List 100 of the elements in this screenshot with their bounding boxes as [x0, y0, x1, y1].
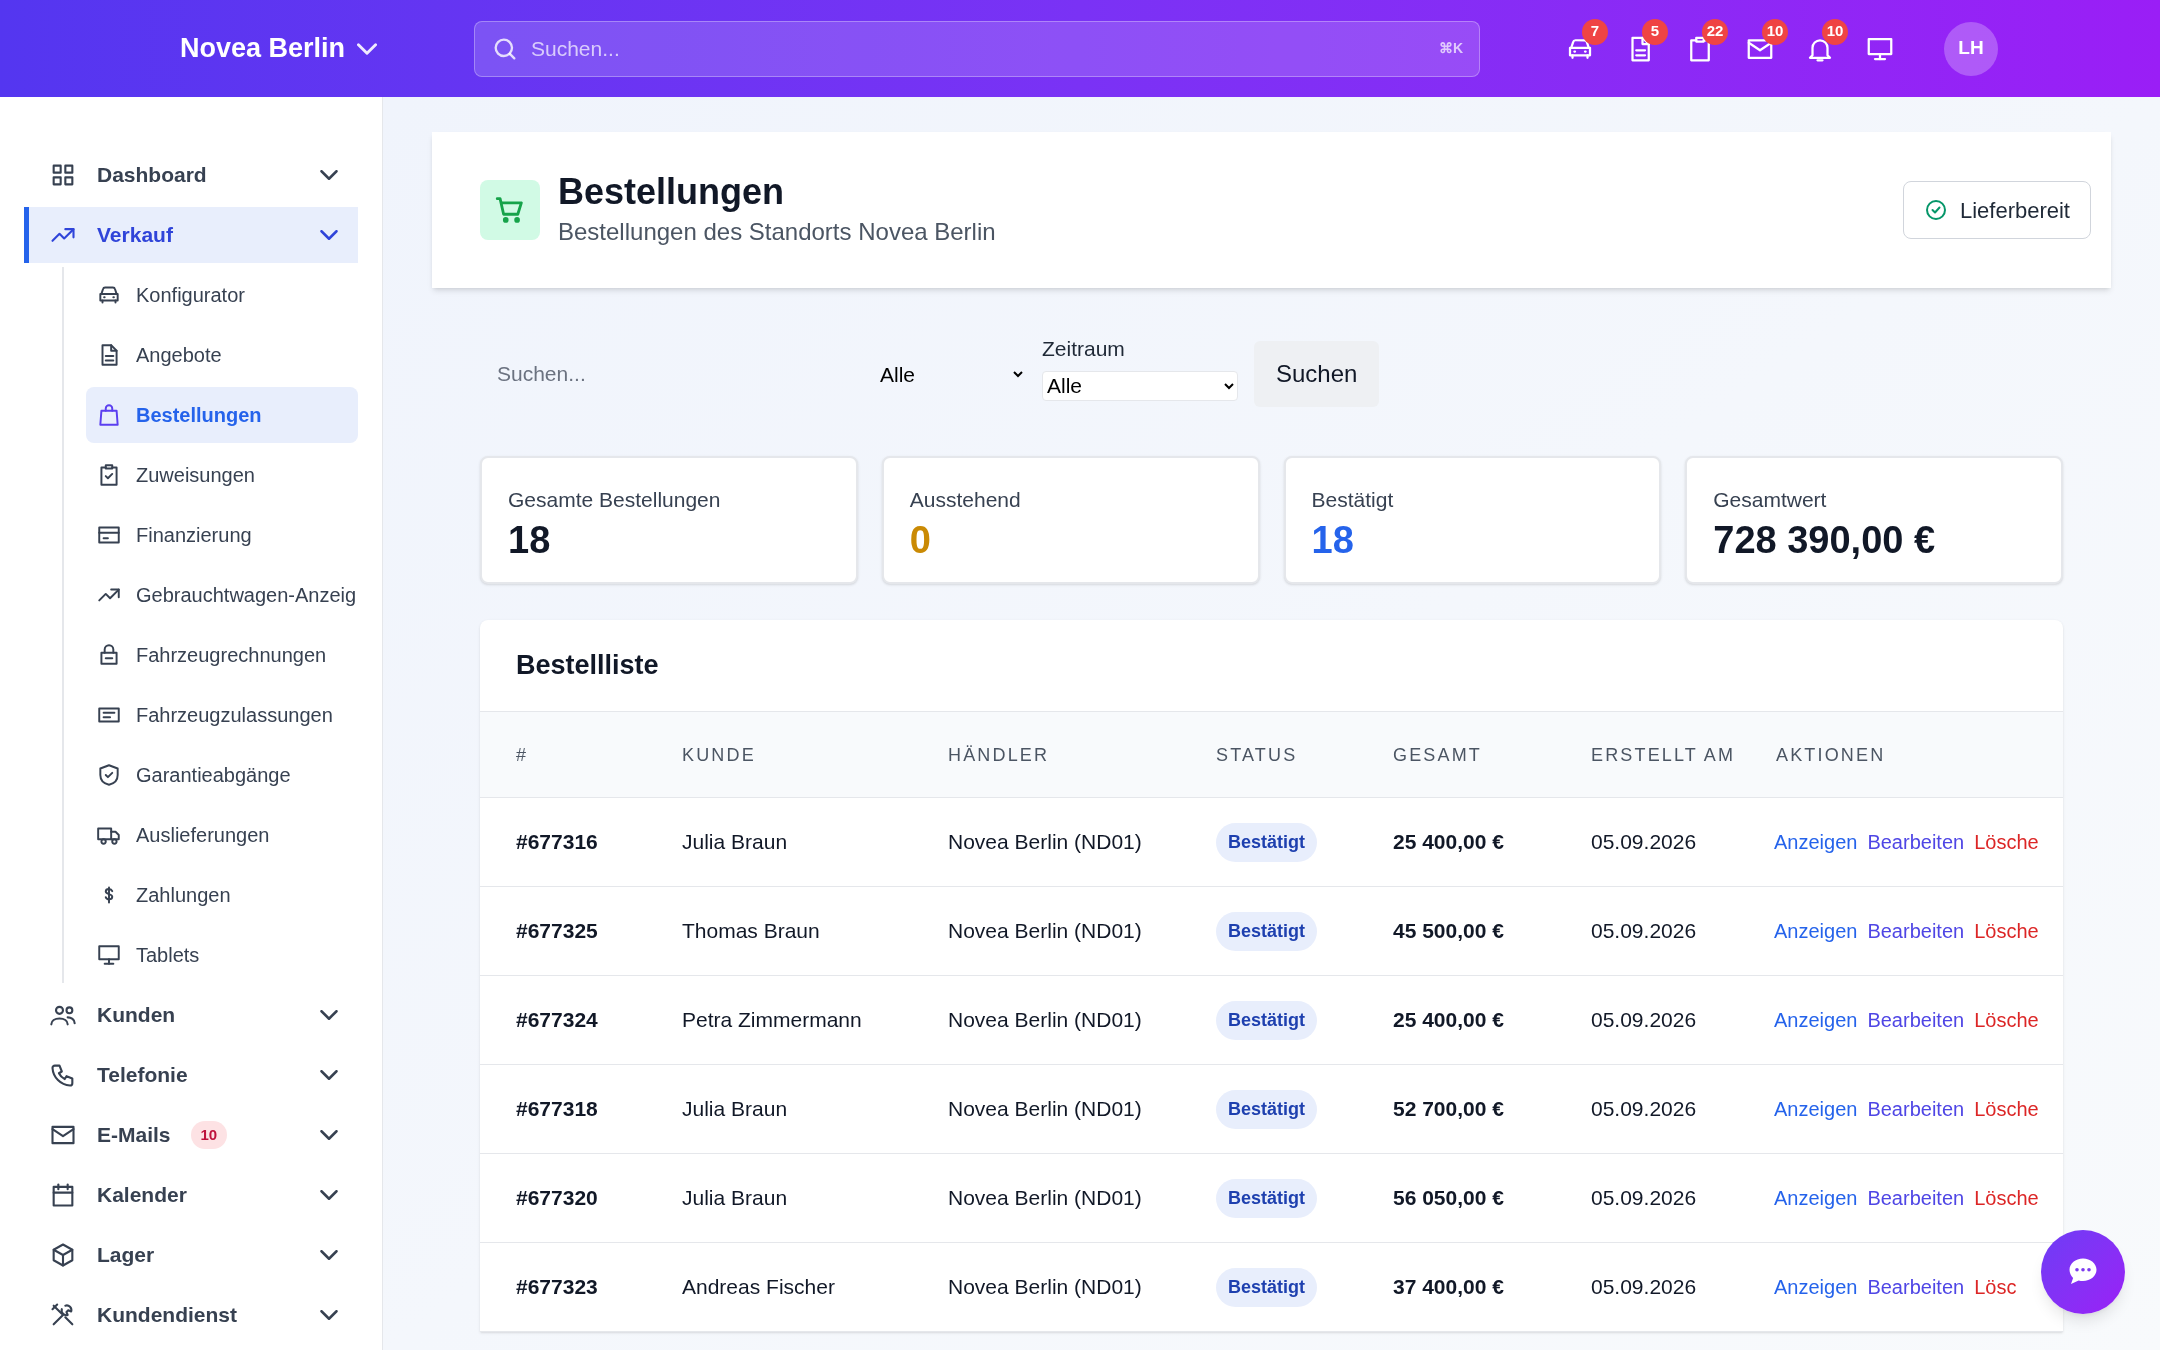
- status-badge: Bestätigt: [1216, 1000, 1317, 1040]
- status-badge: Bestätigt: [1216, 1178, 1317, 1218]
- chevron-down-icon: [320, 230, 338, 240]
- table-cell-text: Novea Berlin (ND01): [948, 1185, 1143, 1212]
- nav-item[interactable]: Kunden: [24, 987, 358, 1043]
- chevron-down-icon: [320, 1250, 338, 1260]
- column-header: #: [516, 743, 530, 767]
- column-header: HÄNDLER: [948, 743, 1051, 767]
- stat-value: 728 390,00 €: [1713, 517, 1937, 563]
- nav-subitem[interactable]: Bestellungen: [86, 387, 358, 443]
- search-button[interactable]: Suchen: [1254, 341, 1380, 407]
- nav-item[interactable]: Verkauf: [24, 207, 358, 263]
- action-link[interactable]: Anzeigen: [1774, 827, 1858, 857]
- action-link[interactable]: Lösche: [1974, 1005, 2039, 1035]
- chevron-down-icon: [320, 170, 338, 180]
- status-select[interactable]: Alle: [876, 352, 1026, 396]
- table-cell-text: Novea Berlin (ND01): [948, 918, 1143, 945]
- table-cell-text: 52 700,00 €: [1393, 1096, 1505, 1123]
- action-link[interactable]: Bearbeiten: [1867, 1183, 1965, 1213]
- column-header: ERSTELLT AM: [1591, 743, 1737, 767]
- shortcut-hint: ⌘K: [1438, 39, 1463, 58]
- notification-count: 10: [1822, 18, 1848, 45]
- nav-subitem[interactable]: Angebote: [86, 327, 358, 383]
- action-link[interactable]: Lösche: [1974, 916, 2039, 946]
- nav-subitem[interactable]: Auslieferungen: [86, 807, 358, 863]
- status-badge: Bestätigt: [1216, 911, 1317, 951]
- nav-item[interactable]: Kalender: [24, 1167, 358, 1223]
- action-link[interactable]: Lösc: [1974, 1272, 2017, 1302]
- table-cell-text: #677316: [516, 829, 599, 856]
- chevron-down-icon: [320, 1310, 338, 1320]
- chevron-down-icon: [357, 42, 378, 55]
- table-cell-text: 05.09.2026: [1591, 1007, 1698, 1034]
- period-label: Zeitraum: [1042, 336, 1126, 363]
- column-header: GESAMT: [1393, 743, 1483, 767]
- nav-item[interactable]: Telefonie: [24, 1047, 358, 1103]
- action-link[interactable]: Anzeigen: [1774, 1272, 1858, 1302]
- table-cell-text: Julia Braun: [682, 1185, 789, 1212]
- nav-subitem[interactable]: Fahrzeugzulassungen: [86, 687, 358, 743]
- nav-item[interactable]: Lager: [24, 1227, 358, 1283]
- ready-button[interactable]: Lieferbereit: [1902, 181, 2091, 239]
- action-link[interactable]: Lösche: [1974, 1183, 2039, 1213]
- table-cell-text: #677324: [516, 1007, 599, 1034]
- nav-subitem[interactable]: Garantieabgänge: [86, 747, 358, 803]
- table-cell-text: #677325: [516, 918, 599, 945]
- nav-subitem[interactable]: Zuweisungen: [86, 447, 358, 503]
- table-cell-text: 05.09.2026: [1591, 1096, 1698, 1123]
- page-title: Bestellungen: [558, 170, 786, 214]
- column-header: AKTIONEN: [1776, 743, 1887, 767]
- search-input[interactable]: Suchen...: [531, 32, 1427, 65]
- table-cell-text: #677320: [516, 1185, 599, 1212]
- table-cell-text: Novea Berlin (ND01): [948, 1274, 1143, 1301]
- action-link[interactable]: Bearbeiten: [1867, 1272, 1965, 1302]
- column-header: KUNDE: [682, 743, 757, 767]
- table-cell-text: Thomas Braun: [682, 918, 821, 945]
- action-link[interactable]: Anzeigen: [1774, 1094, 1858, 1124]
- nav-item[interactable]: Kundendienst: [24, 1287, 358, 1343]
- status-badge: Bestätigt: [1216, 822, 1317, 862]
- notification-count: 5: [1642, 18, 1668, 45]
- action-link[interactable]: Lösche: [1974, 1094, 2039, 1124]
- table-cell-text: 05.09.2026: [1591, 1185, 1698, 1212]
- monitor-icon: [96, 942, 122, 968]
- table-cell-text: #677323: [516, 1274, 599, 1301]
- nav-subitem[interactable]: Tablets: [86, 927, 358, 983]
- action-link[interactable]: Anzeigen: [1774, 1183, 1858, 1213]
- stat-value: 18: [1311, 517, 1355, 563]
- nav-item[interactable]: E-Mails 10: [24, 1107, 358, 1163]
- stat-label: Gesamte Bestellungen: [508, 487, 722, 513]
- table-cell-text: 05.09.2026: [1591, 1274, 1698, 1301]
- search-input[interactable]: Suchen...: [480, 350, 860, 398]
- nav-subitem[interactable]: Gebrauchtwagen-Anzeig: [86, 567, 358, 623]
- user-avatar[interactable]: LH: [1944, 21, 1998, 76]
- chevron-down-icon: [320, 1010, 338, 1020]
- nav-subitem[interactable]: Fahrzeugrechnungen: [86, 627, 358, 683]
- table-cell-text: Julia Braun: [682, 1096, 789, 1123]
- nav-subitem[interactable]: Finanzierung: [86, 507, 358, 563]
- table-cell-text: Novea Berlin (ND01): [948, 1096, 1143, 1123]
- nav-subitem[interactable]: Konfigurator: [86, 267, 358, 323]
- table-cell-text: 25 400,00 €: [1393, 829, 1505, 856]
- stat-label: Bestätigt: [1311, 487, 1395, 513]
- action-link[interactable]: Lösche: [1974, 827, 2039, 857]
- action-link[interactable]: Bearbeiten: [1867, 1005, 1965, 1035]
- table-cell-text: Novea Berlin (ND01): [948, 829, 1143, 856]
- period-select[interactable]: Alle: [1042, 370, 1238, 401]
- chevron-down-icon: [320, 1070, 338, 1080]
- chevron-down-icon: [320, 1190, 338, 1200]
- notification-count: 7: [1582, 18, 1608, 45]
- nav-subitem[interactable]: Zahlungen: [86, 867, 358, 923]
- notification-count: 10: [1762, 18, 1788, 45]
- table-cell-text: Petra Zimmermann: [682, 1007, 863, 1034]
- action-link[interactable]: Bearbeiten: [1867, 827, 1965, 857]
- notification-count: 22: [1702, 18, 1728, 45]
- brand-name[interactable]: Novea Berlin: [180, 28, 346, 69]
- nav-item[interactable]: Dashboard: [24, 147, 358, 203]
- action-link[interactable]: Bearbeiten: [1867, 1094, 1965, 1124]
- shield-check-icon: [96, 762, 122, 788]
- action-link[interactable]: Bearbeiten: [1867, 916, 1965, 946]
- column-header: STATUS: [1216, 743, 1299, 767]
- action-link[interactable]: Anzeigen: [1774, 916, 1858, 946]
- status-badge: Bestätigt: [1216, 1267, 1317, 1307]
- action-link[interactable]: Anzeigen: [1774, 1005, 1858, 1035]
